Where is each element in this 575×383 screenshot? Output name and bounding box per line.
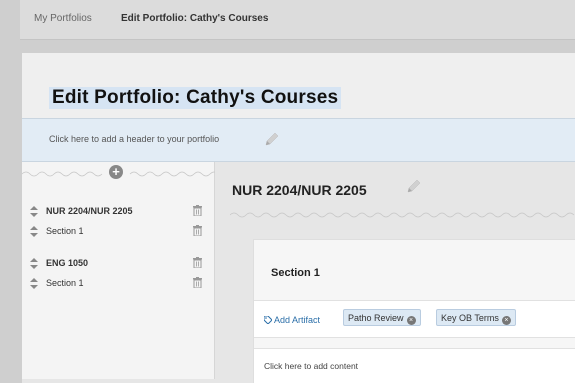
portfolio-header-placeholder[interactable]: Click here to add a header to your portf… — [22, 118, 575, 162]
trash-icon[interactable] — [193, 205, 202, 216]
sidebar-item-label: NUR 2204/NUR 2205 — [46, 206, 133, 216]
artifact-tag[interactable]: Patho Review × — [343, 309, 421, 326]
portfolio-editor: Edit Portfolio: Cathy's Courses Click he… — [22, 53, 575, 383]
sidebar-item-section[interactable]: Section 1 — [30, 225, 210, 239]
title-area: Edit Portfolio: Cathy's Courses — [22, 53, 575, 118]
breadcrumb-my-portfolios[interactable]: My Portfolios — [34, 13, 92, 24]
page-title: Edit Portfolio: Cathy's Courses — [49, 87, 342, 109]
breadcrumb: My Portfolios Edit Portfolio: Cathy's Co… — [20, 0, 575, 40]
sidebar-item-nur[interactable]: NUR 2204/NUR 2205 — [30, 205, 210, 219]
add-artifact-label: Add Artifact — [274, 315, 321, 325]
section-card: Section 1 Add Artifact Patho Review × Key… — [253, 239, 575, 383]
section-title[interactable]: Section 1 — [271, 267, 320, 279]
pencil-icon[interactable] — [406, 178, 422, 194]
sidebar-item-label: Section 1 — [46, 226, 84, 236]
add-page-button[interactable]: + — [109, 165, 123, 179]
tag-icon — [263, 315, 273, 325]
reorder-icon[interactable] — [30, 206, 38, 217]
add-artifact-link[interactable]: Add Artifact — [263, 315, 321, 325]
add-content-text: Click here to add content — [264, 361, 359, 371]
trash-icon[interactable] — [193, 277, 202, 288]
remove-icon[interactable]: × — [501, 316, 511, 325]
header-hint-text: Click here to add a header to your portf… — [49, 134, 220, 144]
wavy-divider — [230, 212, 575, 218]
trash-icon[interactable] — [193, 225, 202, 236]
artifact-tag[interactable]: Key OB Terms × — [436, 309, 516, 326]
reorder-icon[interactable] — [30, 258, 38, 269]
sidebar-item-label: ENG 1050 — [46, 258, 89, 268]
sidebar-item-section[interactable]: Section 1 — [30, 277, 210, 291]
breadcrumb-current: Edit Portfolio: Cathy's Courses — [121, 13, 269, 24]
sidebar-item-eng[interactable]: ENG 1050 — [30, 257, 210, 271]
remove-icon[interactable]: × — [406, 316, 416, 325]
pencil-icon[interactable] — [264, 131, 280, 147]
reorder-icon[interactable] — [30, 226, 38, 237]
sidebar-item-label: Section 1 — [46, 278, 84, 288]
trash-icon[interactable] — [193, 257, 202, 268]
artifact-tag-label: Key OB Terms — [441, 313, 499, 323]
artifact-tag-label: Patho Review — [348, 313, 404, 323]
add-content-placeholder[interactable]: Click here to add content — [254, 348, 575, 383]
page-heading[interactable]: NUR 2204/NUR 2205 — [232, 182, 367, 198]
sidebar: + NUR 2204/NUR 2205 Section 1 ENG 1050 S… — [22, 162, 215, 379]
artifact-row: Add Artifact Patho Review × Key OB Terms × — [254, 300, 575, 338]
reorder-icon[interactable] — [30, 278, 38, 289]
